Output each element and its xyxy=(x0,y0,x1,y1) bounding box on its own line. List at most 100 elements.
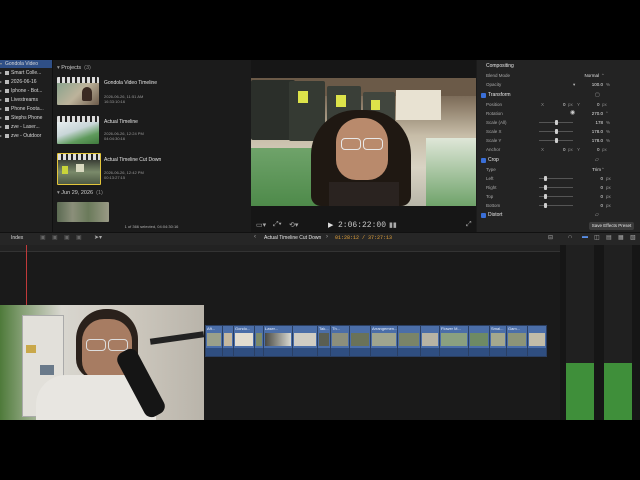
timeline-ruler[interactable] xyxy=(0,245,560,252)
anchor-row[interactable]: Anchor X 0 px Y 0 px xyxy=(477,145,640,154)
project-name[interactable]: Actual Timeline Cut Down xyxy=(264,235,321,241)
opacity-slider-icon[interactable]: ▾ xyxy=(573,80,575,89)
scale-y-value[interactable]: 178.0 xyxy=(577,136,603,145)
scale-x-row[interactable]: Scale X 178.0 % xyxy=(477,127,640,136)
slider-knob[interactable] xyxy=(544,203,547,208)
crop-bottom-value[interactable]: 0 xyxy=(577,201,603,210)
compositing-section-header[interactable]: Compositing xyxy=(477,62,640,71)
save-effects-preset-button[interactable]: Save Effects Preset xyxy=(589,222,634,230)
crop-top-value[interactable]: 0 xyxy=(577,192,603,201)
onscreen-control-icon[interactable]: ▱ xyxy=(595,156,599,165)
clip-appearance-icon[interactable]: ◫ xyxy=(594,234,600,241)
transform-section-header[interactable]: Transform ▢ xyxy=(477,91,640,100)
crop-top-row[interactable]: Top 0 px xyxy=(477,192,640,201)
crop-left-row[interactable]: Left 0 px xyxy=(477,174,640,183)
blend-mode-row[interactable]: Blend Mode Normal ⌃ xyxy=(477,71,640,80)
scale-x-value[interactable]: 178.0 xyxy=(577,127,603,136)
project-thumbnail-selected[interactable] xyxy=(57,153,101,185)
headphones-icon[interactable]: ∩ xyxy=(568,234,572,240)
anchor-y-value[interactable]: 0 xyxy=(597,145,600,154)
rotation-dial-icon[interactable]: ◉ xyxy=(570,109,575,118)
project-thumbnail[interactable] xyxy=(57,77,99,105)
library-item-event[interactable]: ▸ zve - Outdoor xyxy=(0,132,52,140)
library-item-event[interactable]: ▸ Livestreams xyxy=(0,96,52,104)
anchor-x-value[interactable]: 0 xyxy=(563,145,566,154)
library-item-event[interactable]: ▸ zve - Laser... xyxy=(0,123,52,131)
slider-knob[interactable] xyxy=(555,120,558,125)
timeline-clip[interactable] xyxy=(349,325,371,357)
checkbox-checked-icon[interactable] xyxy=(481,158,486,163)
timeline-clip[interactable]: Th... xyxy=(330,325,350,357)
timeline-clip[interactable]: Gam... xyxy=(506,325,528,357)
slider-knob[interactable] xyxy=(555,138,558,143)
event-clip-thumbnail[interactable] xyxy=(57,202,109,222)
slider-knob[interactable] xyxy=(544,176,547,181)
connect-clip-icon[interactable]: ▣ xyxy=(40,234,46,241)
overwrite-clip-icon[interactable]: ▣ xyxy=(76,234,82,241)
select-tool-icon[interactable]: ➤▾ xyxy=(94,234,102,241)
distort-section-header[interactable]: Distort ▱ xyxy=(477,211,640,220)
scale-all-value[interactable]: 178 xyxy=(577,118,603,127)
crop-type-row[interactable]: Type Trim ⌃ xyxy=(477,165,640,174)
play-icon[interactable]: ▶ xyxy=(328,221,333,229)
slider-knob[interactable] xyxy=(544,194,547,199)
clip-settings-icon[interactable]: ▤ xyxy=(606,234,612,241)
timeline-clip[interactable]: Aft... xyxy=(205,325,223,357)
crop-section-header[interactable]: Crop ▱ xyxy=(477,156,640,165)
project-title[interactable]: Actual Timeline xyxy=(104,119,164,125)
rotation-row[interactable]: Rotation ◉ 270.0 ° xyxy=(477,109,640,118)
project-title[interactable]: Gondola Video Timeline xyxy=(104,80,164,86)
date-group-header[interactable]: ▾ Jun 29, 2026 (1) xyxy=(57,190,103,196)
library-item-gondola-video[interactable]: ▾ Gondola Video xyxy=(0,60,52,68)
project-title[interactable]: Actual Timeline Cut Down xyxy=(104,157,164,163)
onscreen-control-icon[interactable]: ▱ xyxy=(595,211,599,220)
viewer-timecode[interactable]: 2:06:22:00 xyxy=(338,221,386,230)
projects-group-header[interactable]: ▾ Projects (3) xyxy=(57,65,91,71)
timeline-clip[interactable]: Laser... xyxy=(263,325,293,357)
timeline-clip[interactable] xyxy=(397,325,421,357)
checkbox-checked-icon[interactable] xyxy=(481,213,486,218)
position-row[interactable]: Position X 0 px Y 0 px xyxy=(477,100,640,109)
crop-left-value[interactable]: 0 xyxy=(577,174,603,183)
crop-right-value[interactable]: 0 xyxy=(577,183,603,192)
crop-bottom-row[interactable]: Bottom 0 px xyxy=(477,201,640,210)
slider-knob[interactable] xyxy=(555,129,558,134)
scale-all-row[interactable]: Scale (All) 178 % xyxy=(477,118,640,127)
project-thumbnail[interactable] xyxy=(57,116,99,144)
opacity-value[interactable]: 100.0 xyxy=(577,80,603,89)
blend-mode-value[interactable]: Normal xyxy=(573,71,599,80)
crop-right-row[interactable]: Right 0 px xyxy=(477,183,640,192)
transitions-icon[interactable]: ▧ xyxy=(630,234,636,241)
timeline-clip[interactable] xyxy=(292,325,318,357)
timeline-clip[interactable] xyxy=(468,325,490,357)
library-item-event[interactable]: ▸ Phone Foota... xyxy=(0,105,52,113)
skimming-icon[interactable]: ▬ xyxy=(582,234,588,240)
opacity-row[interactable]: Opacity ▾ 100.0 % xyxy=(477,80,640,89)
scale-y-row[interactable]: Scale Y 178.0 % xyxy=(477,136,640,145)
timeline-clip[interactable]: Tak... xyxy=(317,325,331,357)
append-clip-icon[interactable]: ▣ xyxy=(64,234,70,241)
library-item-smart-collections[interactable]: ▸ Smart Colle... xyxy=(0,69,52,77)
checkbox-checked-icon[interactable] xyxy=(481,93,486,98)
viewer-video-frame[interactable] xyxy=(251,78,476,206)
library-item-event[interactable]: ▸ Iphone - Bot... xyxy=(0,87,52,95)
back-arrow-icon[interactable]: ‹ xyxy=(254,234,256,240)
timeline-clip[interactable]: Flower M... xyxy=(439,325,469,357)
fullscreen-icon[interactable]: ⤢ xyxy=(466,221,472,229)
playback-settings-icon[interactable]: ⟲▾ xyxy=(289,221,298,229)
onscreen-control-icon[interactable]: ▢ xyxy=(595,91,600,100)
viewer-options-icon[interactable]: ▭▾ xyxy=(256,221,266,229)
position-x-value[interactable]: 0 xyxy=(563,100,566,109)
zoom-out-icon[interactable]: ⊟ xyxy=(548,234,553,241)
rotation-value[interactable]: 270.0 xyxy=(577,109,603,118)
forward-arrow-icon[interactable]: › xyxy=(326,234,328,240)
chevron-updown-icon[interactable]: ⌃ xyxy=(601,71,605,80)
timeline-clip[interactable] xyxy=(420,325,440,357)
position-y-value[interactable]: 0 xyxy=(597,100,600,109)
effects-icon[interactable]: ▦ xyxy=(618,234,624,241)
crop-type-value[interactable]: Trim xyxy=(575,165,601,174)
slider-knob[interactable] xyxy=(544,185,547,190)
chevron-updown-icon[interactable]: ⌃ xyxy=(601,165,605,174)
transform-tool-icon[interactable]: ⤢▾ xyxy=(273,221,282,229)
timeline-clip[interactable] xyxy=(527,325,547,357)
